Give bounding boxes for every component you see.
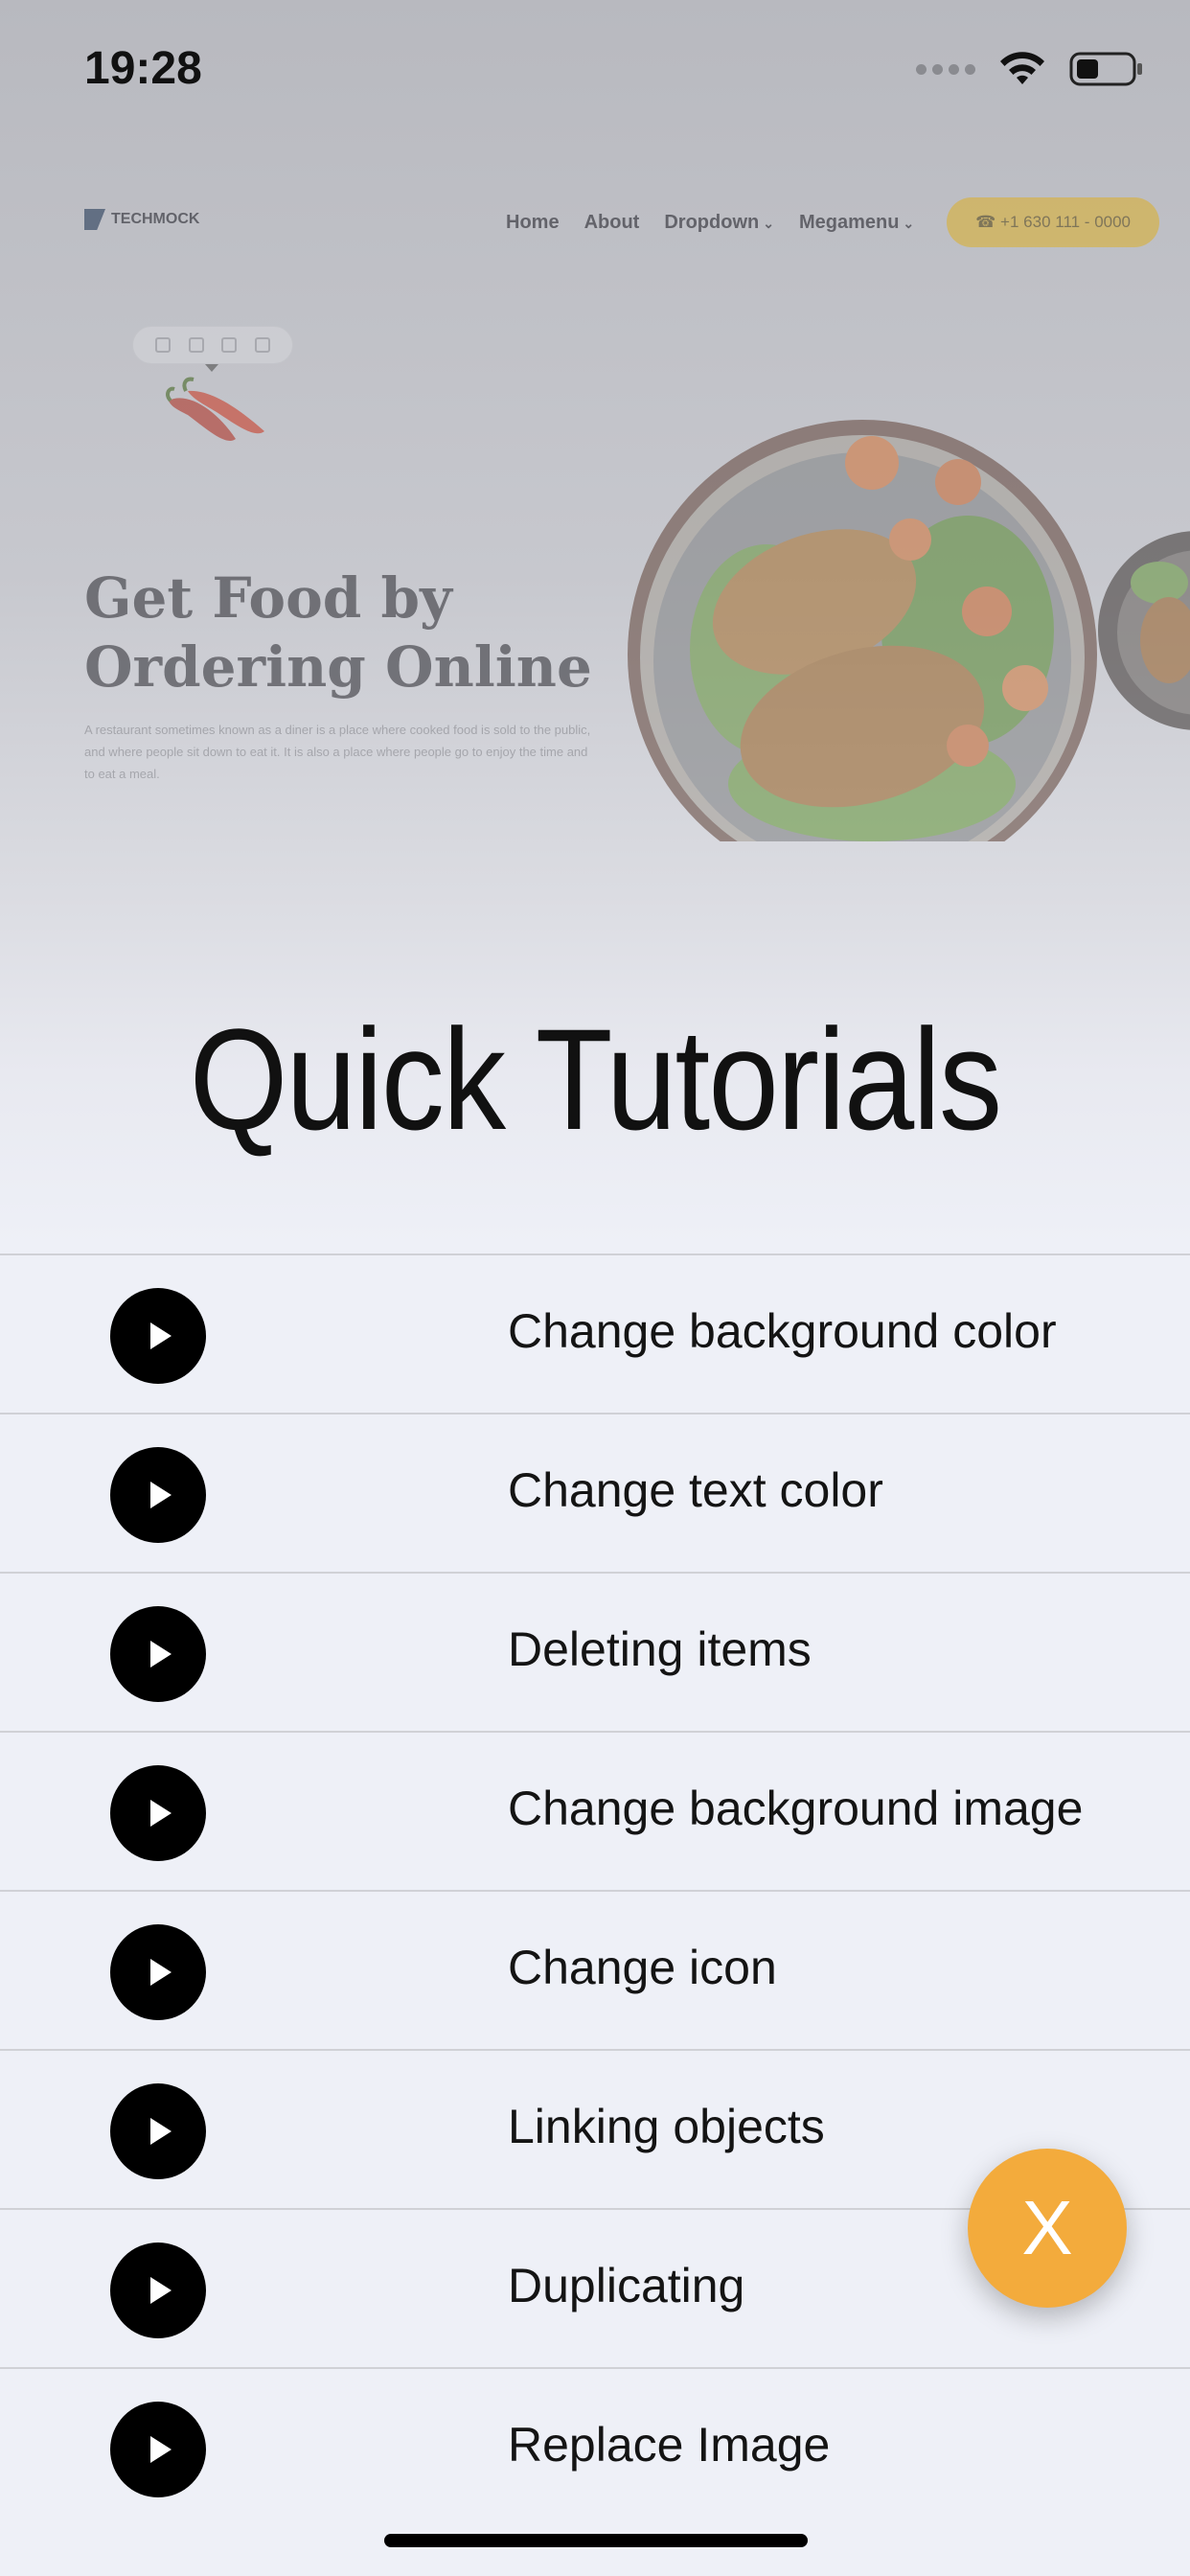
nav-megamenu: Megamenu ⌄ [798, 211, 915, 233]
play-icon[interactable] [110, 2083, 206, 2179]
hero-title: Get Food by Ordering Online [84, 565, 592, 700]
tutorial-list: Change background color Change text colo… [0, 1254, 1190, 2526]
close-button[interactable]: X [968, 2149, 1127, 2308]
nav-home: Home [506, 211, 560, 233]
play-icon[interactable] [110, 1447, 206, 1543]
play-icon[interactable] [110, 1765, 206, 1861]
chili-pepper-image [166, 377, 264, 441]
tutorial-item[interactable]: Replace Image [0, 2367, 1190, 2526]
preview-nav: Home About Dropdown ⌄ Megamenu ⌄ ☎ +1 630 … [506, 197, 1160, 247]
play-icon[interactable] [110, 2402, 206, 2497]
tutorial-label: Change background color [508, 1304, 1057, 1358]
status-icons [916, 50, 1144, 88]
tutorial-label: Change text color [508, 1463, 883, 1517]
tutorial-item[interactable]: Change background color [0, 1254, 1190, 1413]
tutorial-label: Duplicating [508, 2259, 745, 2312]
phone-button: ☎ +1 630 111 - 0000 [947, 197, 1160, 247]
move-icon [155, 337, 172, 353]
nav-about: About [584, 211, 640, 233]
tutorial-item[interactable]: Change text color [0, 1413, 1190, 1572]
tutorial-label: Change background image [508, 1782, 1084, 1835]
chevron-down-icon: ⌄ [903, 215, 915, 231]
trash-icon [254, 337, 270, 353]
preview-logo: TECHMOCK [84, 209, 199, 230]
tutorial-label: Change icon [508, 1941, 777, 1994]
play-icon[interactable] [110, 1606, 206, 1702]
tutorial-item[interactable]: Change icon [0, 1890, 1190, 2049]
hero-text: A restaurant sometimes known as a diner … [84, 723, 591, 781]
play-icon[interactable] [110, 2242, 206, 2338]
chevron-down-icon: ⌄ [763, 215, 774, 231]
element-toolbar [132, 326, 293, 364]
cellular-signal-icon [916, 63, 975, 75]
battery-icon [1069, 52, 1142, 86]
nav-dropdown: Dropdown ⌄ [664, 211, 774, 233]
tutorial-label: Deleting items [508, 1622, 812, 1676]
status-time: 19:28 [84, 43, 202, 94]
website-preview: TECHMOCK Home About Dropdown ⌄ Megamenu ⌄ … [0, 171, 1190, 841]
duplicate-icon [221, 337, 238, 353]
page-title: Quick Tutorials [189, 999, 1002, 1160]
food-plate-image [628, 420, 1097, 841]
logo-icon [84, 209, 105, 230]
second-plate-image [1098, 531, 1190, 730]
home-indicator[interactable] [384, 2534, 808, 2547]
logo-text: TECHMOCK [111, 211, 200, 227]
edit-icon [188, 337, 204, 353]
toolbar-caret [205, 364, 218, 372]
tutorial-label: Linking objects [508, 2100, 825, 2153]
wifi-icon [1000, 52, 1044, 84]
tutorial-item[interactable]: Change background image [0, 1731, 1190, 1890]
play-icon[interactable] [110, 1924, 206, 2020]
tutorial-label: Replace Image [508, 2418, 831, 2472]
status-bar: 19:28 [0, 0, 1190, 163]
play-icon[interactable] [110, 1288, 206, 1384]
tutorial-item[interactable]: Deleting items [0, 1572, 1190, 1731]
